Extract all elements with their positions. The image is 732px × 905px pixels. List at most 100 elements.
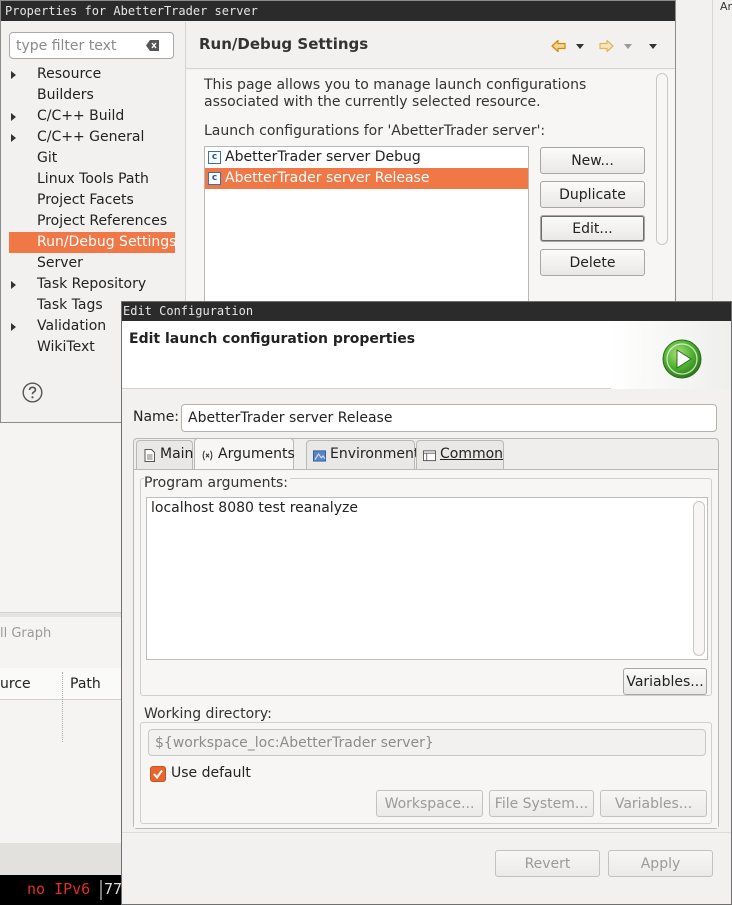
duplicate-button[interactable]: Duplicate	[540, 181, 645, 208]
tree-item-cpp-build[interactable]: C/C++ Build	[1, 106, 185, 127]
tab-label: Arguments	[218, 446, 295, 462]
apply-button[interactable]: Apply	[608, 850, 713, 877]
tree-item-label: Resource	[37, 66, 102, 82]
back-menu-chevron-icon[interactable]	[576, 44, 584, 49]
page-scrollbar[interactable]	[656, 73, 668, 245]
clear-filter-icon[interactable]	[146, 40, 160, 51]
tree-item-label: Server	[37, 255, 83, 271]
common-tab-icon	[423, 450, 436, 462]
tree-item-label: Run/Debug Settings	[37, 234, 177, 250]
expand-arrow-icon[interactable]	[11, 71, 16, 79]
column-path[interactable]: Path	[70, 676, 101, 692]
expand-arrow-icon[interactable]	[11, 323, 16, 331]
background-separator	[0, 612, 122, 617]
filter-box	[9, 32, 174, 59]
tab-main[interactable]: Main	[136, 440, 193, 469]
edit-dialog-header: Edit launch configuration properties	[122, 321, 731, 389]
file-system-button[interactable]: File System...	[489, 790, 594, 817]
filter-input[interactable]	[10, 34, 138, 58]
background-lower-panel	[0, 423, 122, 875]
tab-arguments[interactable]: Arguments	[194, 438, 295, 469]
tree-item-server[interactable]: Server	[1, 253, 185, 274]
properties-title-bar[interactable]: Properties for AbetterTrader server	[1, 1, 675, 21]
checkmark-icon	[153, 769, 163, 780]
config-item-debug[interactable]: c AbetterTrader server Debug	[205, 147, 528, 168]
expand-arrow-icon[interactable]	[11, 113, 16, 121]
background-status-area	[0, 843, 122, 875]
tree-item-label: Validation	[37, 318, 107, 334]
call-graph-tab[interactable]: ll Graph	[0, 626, 51, 641]
column-source[interactable]: urce	[0, 676, 31, 692]
terminal-separator	[100, 880, 102, 900]
tree-item-label: Project Facets	[37, 192, 134, 208]
tree-item-label: C/C++ General	[37, 129, 145, 145]
c-launch-icon: c	[208, 151, 221, 164]
tree-item-linux-tools-path[interactable]: Linux Tools Path	[1, 169, 185, 190]
background-divider	[712, 0, 713, 300]
tree-item-label: Project References	[37, 213, 168, 229]
tree-item-label: Linux Tools Path	[37, 171, 149, 187]
program-arguments-input[interactable]: localhost 8080 test reanalyze	[146, 497, 708, 660]
launch-configs-label: Launch configurations for 'AbetterTrader…	[204, 123, 546, 139]
tree-item-project-facets[interactable]: Project Facets	[1, 190, 185, 211]
revert-button[interactable]: Revert	[495, 850, 600, 877]
tree-item-label: Task Repository	[37, 276, 147, 292]
forward-menu-chevron-icon[interactable]	[624, 44, 632, 49]
delete-button[interactable]: Delete	[540, 249, 645, 276]
page-header: Run/Debug Settings	[186, 22, 675, 69]
forward-arrow-icon[interactable]	[599, 39, 614, 53]
name-input[interactable]	[181, 404, 717, 432]
tab-common[interactable]: Common	[416, 440, 504, 469]
program-arguments-scrollbar[interactable]	[693, 501, 705, 656]
use-default-label[interactable]: Use default	[171, 765, 251, 781]
name-label: Name:	[133, 409, 180, 425]
page-description: This page allows you to manage launch co…	[204, 77, 587, 110]
edit-dialog-title-bar[interactable]: Edit Configuration	[122, 302, 731, 321]
arguments-tab-icon	[202, 450, 213, 461]
footer-separator	[122, 832, 731, 833]
tree-item-label: Builders	[37, 87, 94, 103]
working-directory-input[interactable]	[148, 729, 706, 756]
new-button[interactable]: New...	[540, 147, 645, 174]
expand-arrow-icon[interactable]	[11, 281, 16, 289]
tree-item-label: Task Tags	[37, 297, 103, 313]
help-icon[interactable]	[22, 382, 43, 403]
program-arguments-label: Program arguments:	[144, 475, 290, 491]
wd-variables-button[interactable]: Variables...	[600, 790, 707, 817]
tree-item-builders[interactable]: Builders	[1, 85, 185, 106]
tab-label: Environment	[330, 446, 420, 462]
tab-label: Main	[160, 446, 194, 462]
background-right-text: Ar	[720, 0, 732, 13]
tab-label: Common	[440, 446, 504, 462]
environment-tab-icon	[313, 450, 326, 462]
edit-button[interactable]: Edit...	[540, 215, 645, 242]
tree-item-run-debug-settings[interactable]: Run/Debug Settings	[9, 232, 177, 253]
terminal-ipv6-status: no IPv6	[27, 880, 91, 898]
tree-item-label: C/C++ Build	[37, 108, 125, 124]
main-tab-icon	[144, 449, 155, 462]
tree-item-project-references[interactable]: Project References	[1, 211, 185, 232]
use-default-checkbox[interactable]	[150, 766, 166, 782]
program-variables-button[interactable]: Variables...	[623, 668, 707, 695]
background-right-panel	[675, 0, 732, 300]
tree-item-resource[interactable]: Resource	[1, 64, 185, 85]
view-menu-chevron-icon[interactable]	[649, 44, 657, 49]
terminal-number: 77	[104, 880, 123, 898]
c-launch-icon: c	[208, 172, 221, 185]
column-divider[interactable]	[62, 672, 63, 742]
edit-configuration-dialog: Edit Configuration Edit launch configura…	[121, 301, 732, 905]
config-item-label: AbetterTrader server Debug	[225, 149, 421, 165]
tab-environment[interactable]: Environment	[306, 440, 419, 469]
config-item-release[interactable]: c AbetterTrader server Release	[205, 168, 528, 189]
working-directory-label: Working directory:	[144, 706, 272, 722]
tab-folder: Main Arguments Environment Common Progra…	[133, 438, 719, 829]
tree-item-label: Git	[37, 150, 58, 166]
tree-item-cpp-general[interactable]: C/C++ General	[1, 127, 185, 148]
tree-item-task-repository[interactable]: Task Repository	[1, 274, 185, 295]
tree-item-git[interactable]: Git	[1, 148, 185, 169]
expand-arrow-icon[interactable]	[11, 134, 16, 142]
edit-dialog-heading: Edit launch configuration properties	[129, 331, 416, 347]
workspace-button[interactable]: Workspace...	[376, 790, 483, 817]
config-item-label: AbetterTrader server Release	[225, 170, 430, 186]
back-arrow-icon[interactable]	[551, 39, 566, 53]
